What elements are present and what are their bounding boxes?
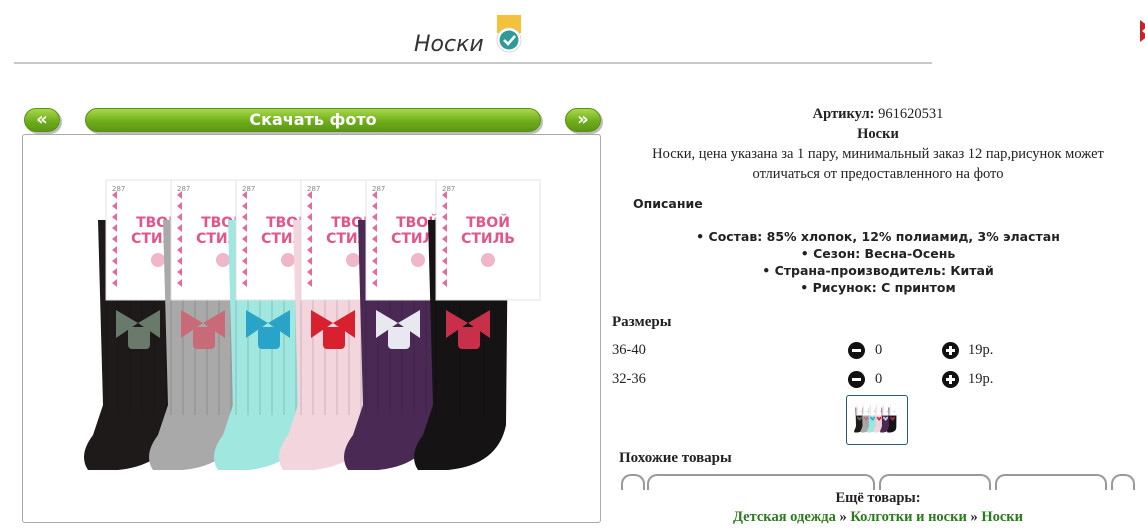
sizes-title: Размеры bbox=[612, 314, 672, 330]
product-note-line-1: Носки, цена указана за 1 пару, минимальн… bbox=[652, 146, 1104, 162]
socks-photo-image: ТВОЙСТИЛЬ287ТВОЙСТИЛЬ287ТВОЙСТИЛЬ287ТВОЙ… bbox=[84, 179, 541, 470]
price-value: 19р. bbox=[968, 371, 994, 387]
sock-tag: ТВОЙСТИЛЬ 287 bbox=[435, 179, 541, 301]
verified-badge-icon bbox=[496, 15, 522, 53]
product-photo[interactable]: ТВОЙ СТИЛЬ 287 ТВОЙ СТИЛЬ 287 ТВОЙ СТИЛЬ 287 ТВОЙ… bbox=[22, 134, 601, 523]
size-row: 36-40 0 19р. bbox=[612, 340, 1112, 362]
similar-tab[interactable] bbox=[879, 474, 991, 490]
previous-photo-button[interactable]: « bbox=[24, 108, 60, 132]
article-label: Артикул: bbox=[812, 106, 875, 122]
size-label: 36-40 bbox=[612, 342, 646, 358]
plus-icon[interactable] bbox=[942, 342, 959, 359]
svg-text:287: 287 bbox=[112, 185, 125, 193]
size-row: 32-36 0 19р. bbox=[612, 369, 1112, 391]
price-value: 19р. bbox=[968, 342, 994, 358]
similar-products-title: Похожие товары bbox=[619, 450, 732, 466]
breadcrumb-link[interactable]: Детская одежда bbox=[733, 509, 836, 525]
quantity-value: 0 bbox=[875, 371, 883, 387]
breadcrumb-separator: » bbox=[970, 509, 978, 525]
next-photo-button[interactable]: » bbox=[565, 108, 601, 132]
svg-text:СТИЛЬ: СТИЛЬ bbox=[461, 231, 515, 247]
photo-thumbnail[interactable] bbox=[846, 395, 908, 445]
product-note-line-2: отличаться от предоставленного на фото bbox=[752, 166, 1004, 182]
description-list: • Состав: 85% хлопок, 12% полиамид, 3% э… bbox=[612, 228, 1144, 296]
breadcrumb-separator: » bbox=[839, 509, 847, 525]
breadcrumb: Детская одежда » Колготки и носки » Носк… bbox=[612, 509, 1144, 526]
more-products-title: Ещё товары: bbox=[835, 490, 921, 506]
title-divider bbox=[14, 62, 932, 64]
sock-tag bbox=[889, 403, 900, 416]
description-title: Описание bbox=[633, 196, 703, 211]
product-info: Артикул: 961620531 Носки Носки, цена ука… bbox=[612, 104, 1144, 184]
quantity-value: 0 bbox=[875, 342, 883, 358]
description-item: • Рисунок: С принтом bbox=[800, 280, 956, 295]
minus-icon[interactable] bbox=[848, 342, 865, 359]
download-photo-button[interactable]: Скачать фото bbox=[85, 108, 541, 132]
similar-tab[interactable] bbox=[621, 474, 645, 490]
similar-tab[interactable] bbox=[647, 474, 875, 490]
similar-tab[interactable] bbox=[995, 474, 1107, 490]
svg-text:287: 287 bbox=[177, 185, 190, 193]
svg-text:287: 287 bbox=[442, 185, 455, 193]
description-item: • Состав: 85% хлопок, 12% полиамид, 3% э… bbox=[696, 229, 1060, 244]
svg-text:ТВОЙ: ТВОЙ bbox=[466, 214, 510, 231]
breadcrumb-link[interactable]: Колготки и носки bbox=[850, 509, 966, 525]
article-line: Артикул: 961620531 bbox=[612, 104, 1144, 124]
similar-tab[interactable] bbox=[1111, 474, 1135, 490]
minus-icon[interactable] bbox=[848, 371, 865, 388]
plus-icon[interactable] bbox=[942, 371, 959, 388]
description-item: • Сезон: Весна-Осень bbox=[800, 246, 956, 261]
breadcrumb-link[interactable]: Носки bbox=[981, 509, 1023, 525]
thumbnail-image bbox=[854, 403, 900, 433]
size-label: 32-36 bbox=[612, 371, 646, 387]
article-value: 961620531 bbox=[878, 106, 944, 122]
description-item: • Страна-производитель: Китай bbox=[762, 263, 994, 278]
svg-text:287: 287 bbox=[307, 185, 320, 193]
svg-text:287: 287 bbox=[242, 185, 255, 193]
product-name: Носки bbox=[857, 126, 899, 142]
svg-text:287: 287 bbox=[372, 185, 385, 193]
decoration-icon bbox=[1140, 20, 1145, 42]
page-title: Носки bbox=[414, 32, 484, 57]
